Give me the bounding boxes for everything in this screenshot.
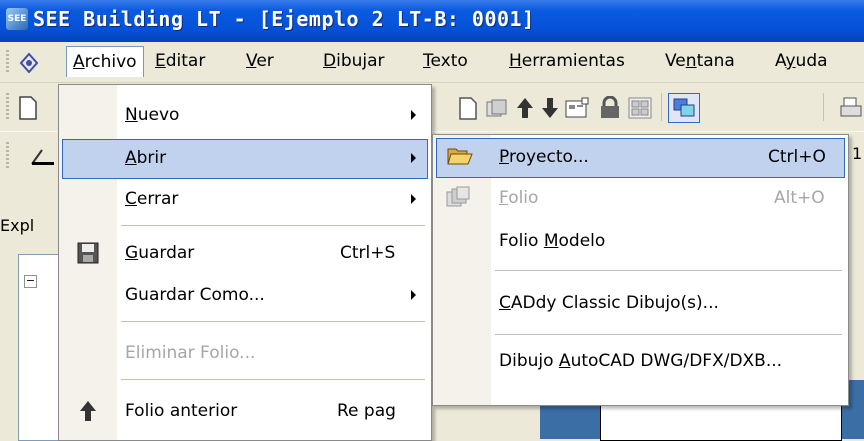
layers-icon: [673, 98, 695, 117]
menu-item-cerrar[interactable]: Cerrar: [62, 181, 428, 219]
menu-separator: [121, 321, 425, 322]
toolbar-number: 1: [852, 144, 863, 163]
menu-separator: [495, 334, 842, 335]
menu-item-label: Eliminar Folio...: [125, 343, 256, 363]
explorer-title: Expl: [0, 216, 35, 235]
grid-view-icon[interactable]: [628, 97, 652, 119]
menu-item-eliminar-folio[interactable]: Eliminar Folio...: [62, 335, 428, 373]
menu-item-label: Folio anterior: [125, 401, 238, 421]
abrir-submenu: Proyecto... Ctrl+O Folio Alt+O Folio Mod…: [432, 134, 849, 406]
tree-collapse-icon[interactable]: −: [24, 275, 37, 288]
page-icon[interactable]: [457, 97, 479, 121]
submenu-arrow-icon: [411, 153, 416, 163]
menu-editar[interactable]: Editar: [155, 51, 205, 71]
menu-item-label: Dibujo AutoCAD DWG/DFX/DXB...: [499, 351, 783, 371]
archivo-menu: Nuevo Abrir Cerrar Guardar Ctrl+S Guarda…: [58, 84, 432, 441]
menu-item-folio-anterior[interactable]: Folio anterior Re pag: [62, 393, 428, 431]
menu-item-caddy[interactable]: CADdy Classic Dibujo(s)...: [436, 285, 845, 323]
menu-item-shortcut: Re pag: [337, 401, 396, 421]
menu-separator: [121, 225, 425, 226]
toolbar-gripper[interactable]: [6, 93, 9, 121]
menu-item-guardar[interactable]: Guardar Ctrl+S: [62, 235, 428, 273]
menu-item-label: Guardar Como...: [125, 285, 265, 305]
menu-separator: [121, 379, 425, 380]
folio-stack-icon[interactable]: [485, 98, 509, 120]
new-document-icon[interactable]: [18, 96, 38, 120]
menu-item-shortcut: Ctrl+O: [768, 147, 826, 167]
menu-item-guardar-como[interactable]: Guardar Como...: [62, 277, 428, 315]
print-icon[interactable]: [840, 96, 862, 120]
arrow-up-icon: [80, 401, 96, 421]
arrow-down-icon[interactable]: [540, 96, 560, 120]
menu-item-label: Nuevo: [125, 105, 180, 125]
toolbar-separator: [661, 93, 662, 121]
menu-item-shortcut: Alt+O: [774, 188, 825, 208]
menu-item-label: Guardar: [125, 243, 195, 263]
layers-toggle-button[interactable]: [668, 93, 700, 123]
menu-item-proyecto[interactable]: Proyecto... Ctrl+O: [436, 138, 845, 178]
lock-icon[interactable]: [598, 96, 622, 120]
menu-ver[interactable]: Ver: [246, 51, 274, 71]
menu-texto[interactable]: Texto: [423, 51, 468, 71]
toolbar-separator: [823, 93, 824, 121]
menu-item-shortcut: Ctrl+S: [340, 243, 396, 263]
title-bar[interactable]: SEE SEE Building LT - [Ejemplo 2 LT-B: 0…: [0, 0, 864, 42]
menubar-gripper[interactable]: [6, 50, 9, 74]
submenu-arrow-icon: [411, 110, 416, 120]
menu-item-folio[interactable]: Folio Alt+O: [436, 180, 845, 218]
menu-item-label: Abrir: [125, 148, 167, 168]
properties-icon[interactable]: [564, 97, 590, 119]
menu-item-abrir[interactable]: Abrir: [62, 139, 428, 179]
submenu-arrow-icon: [411, 194, 416, 204]
toolbar-gripper[interactable]: [6, 142, 9, 168]
menu-item-label: CADdy Classic Dibujo(s)...: [499, 293, 719, 313]
menu-item-nuevo[interactable]: Nuevo: [62, 97, 428, 135]
menu-item-label: Folio Modelo: [499, 231, 606, 251]
menu-item-label: Folio: [499, 188, 539, 208]
app-icon[interactable]: SEE: [6, 8, 28, 30]
menu-item-label: Proyecto...: [499, 147, 589, 167]
open-folder-icon: [447, 148, 473, 165]
menu-bar: Archivo Editar Ver Dibujar Texto Herrami…: [0, 42, 864, 83]
window-title: SEE Building LT - [Ejemplo 2 LT-B: 0001]: [33, 7, 535, 31]
menu-ventana[interactable]: Ventana: [665, 51, 735, 71]
menu-herramientas[interactable]: Herramientas: [509, 51, 625, 71]
save-icon: [77, 242, 99, 264]
menu-dibujar[interactable]: Dibujar: [323, 51, 385, 71]
line-tool-icon[interactable]: [28, 144, 56, 168]
menu-item-label: Cerrar: [125, 189, 179, 209]
folio-stack-icon: [446, 186, 470, 207]
menu-item-autocad[interactable]: Dibujo AutoCAD DWG/DFX/DXB...: [436, 343, 845, 381]
menu-item-folio-modelo[interactable]: Folio Modelo: [436, 223, 845, 261]
document-control-icon[interactable]: [18, 52, 40, 74]
submenu-arrow-icon: [411, 290, 416, 300]
menu-archivo[interactable]: Archivo: [66, 46, 144, 77]
arrow-up-icon[interactable]: [515, 96, 535, 120]
menu-separator: [495, 270, 842, 271]
menu-ayuda[interactable]: Ayuda: [775, 51, 828, 71]
